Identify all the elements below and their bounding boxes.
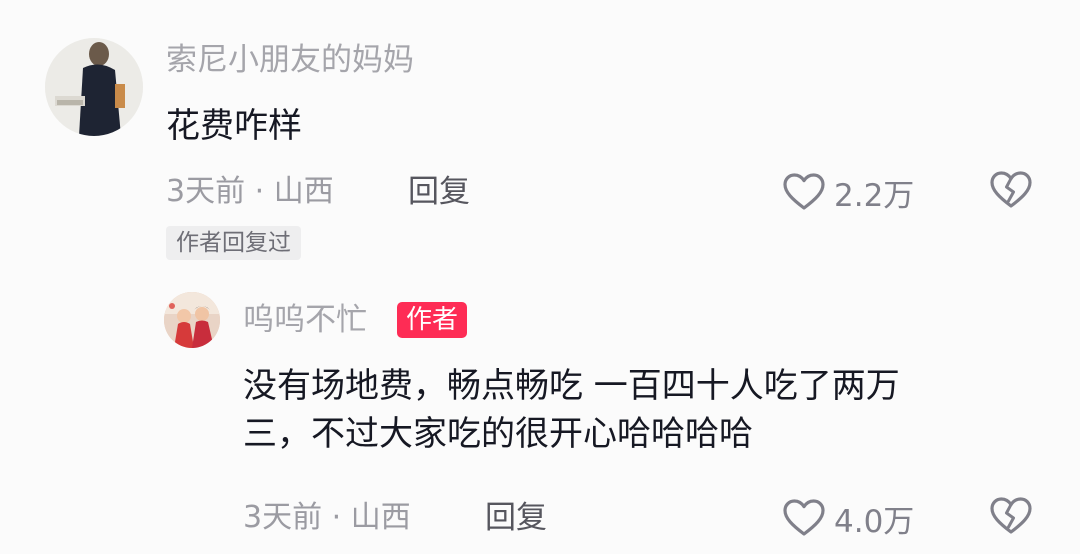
reply-text: 没有场地费，畅点畅吃 一百四十人吃了两万 三，不过大家吃的很开心哈哈哈哈	[243, 362, 900, 458]
reply-text-line-2: 三，不过大家吃的很开心哈哈哈哈	[243, 414, 753, 454]
reply-like-button[interactable]: 4.0万	[782, 496, 914, 540]
author-username[interactable]: 呜呜不忙	[243, 300, 367, 340]
comment-text: 花费咋样	[166, 106, 302, 146]
comment-like-button[interactable]: 2.2万	[782, 170, 914, 214]
author-avatar-image	[164, 292, 220, 348]
reply-dislike-button[interactable]	[989, 496, 1033, 536]
comment-section: 索尼小朋友的妈妈 花费咋样 3天前 · 山西 回复 2.2万 作者回复过 呜呜不…	[0, 0, 1080, 554]
comment-like-count: 2.2万	[834, 177, 915, 214]
author-badge: 作者	[397, 302, 468, 338]
broken-heart-icon	[990, 497, 1032, 534]
commenter-username[interactable]: 索尼小朋友的妈妈	[166, 40, 414, 80]
reply-text-line-1: 没有场地费，畅点畅吃 一百四十人吃了两万	[243, 366, 900, 406]
author-avatar[interactable]	[164, 292, 220, 348]
commenter-avatar[interactable]	[45, 38, 143, 136]
author-replied-tag: 作者回复过	[166, 226, 301, 260]
broken-heart-icon	[990, 171, 1032, 208]
reply-reply-button[interactable]: 回复	[485, 498, 547, 538]
commenter-avatar-image	[45, 38, 143, 136]
heart-outline-icon	[783, 499, 825, 536]
comment-reply-button[interactable]: 回复	[408, 172, 470, 212]
heart-outline-icon	[783, 173, 825, 210]
reply-like-count: 4.0万	[834, 503, 915, 540]
comment-time-location: 3天前 · 山西	[166, 174, 334, 209]
comment-dislike-button[interactable]	[989, 170, 1033, 210]
reply-time-location: 3天前 · 山西	[243, 500, 411, 535]
